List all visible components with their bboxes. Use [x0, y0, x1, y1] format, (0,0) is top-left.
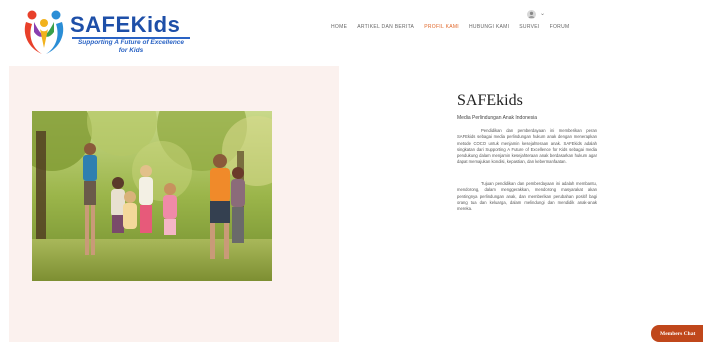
logo-title: SAFEKids	[70, 12, 181, 37]
nav-item-artikel-dan-berita[interactable]: ARTIKEL DAN BERITA	[352, 24, 419, 30]
user-menu[interactable]: ⌄	[527, 10, 551, 20]
family-logo-icon	[24, 10, 64, 54]
nav-item-forum[interactable]: FORUM	[545, 24, 575, 30]
about-subtitle: Media Perlindungan Anak Indonesia	[457, 115, 538, 121]
nav-item-profil-kami[interactable]: PROFIL KAMI	[419, 24, 464, 30]
about-title: SAFEkids	[457, 92, 523, 109]
nav-item-hubungi-kami[interactable]: HUBUNGI KAMI	[464, 24, 514, 30]
members-chat-button[interactable]: Members Chat	[651, 325, 703, 342]
children-playing-photo	[32, 111, 272, 281]
main-nav: HOME ARTIKEL DAN BERITA PROFIL KAMI HUBU…	[326, 24, 574, 30]
nav-item-survei[interactable]: SURVEI	[514, 24, 544, 30]
logo-tagline: Supporting A Future of Excellence for Ki…	[77, 39, 185, 54]
user-icon	[527, 10, 536, 19]
about-paragraph: Tujuan pendidikan dan pemberdayaan ini a…	[457, 181, 597, 212]
nav-item-home[interactable]: HOME	[326, 24, 352, 30]
site-logo[interactable]: SAFEKids Supporting A Future of Excellen…	[22, 8, 190, 58]
about-paragraph: Pendidikan dan pemberdayaan ini memberik…	[457, 128, 597, 165]
chevron-down-icon: ⌄	[540, 11, 546, 17]
site-header: SAFEKids Supporting A Future of Excellen…	[0, 0, 703, 62]
